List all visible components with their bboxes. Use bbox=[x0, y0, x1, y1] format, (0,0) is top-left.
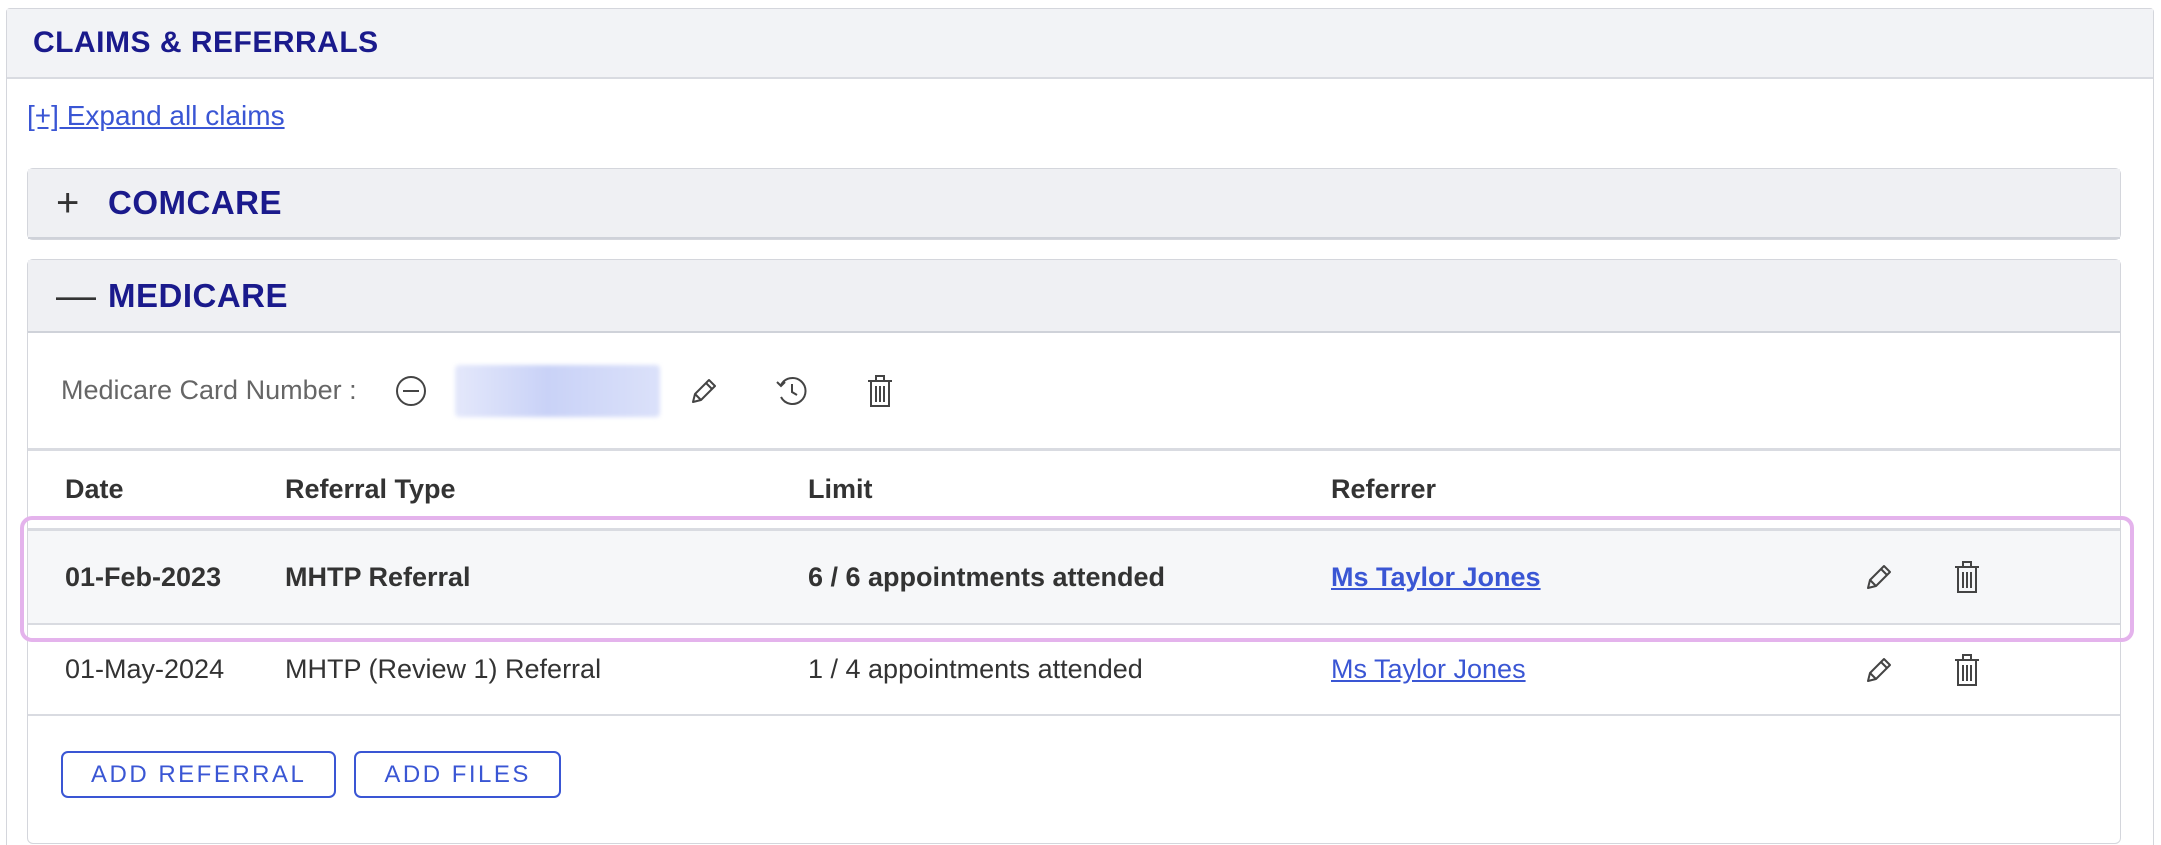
expand-all-claims-link[interactable]: [+] Expand all claims bbox=[27, 100, 285, 132]
table-header: Date Referral Type Limit Referrer bbox=[28, 451, 2120, 531]
row-limit: 6 / 6 appointments attended bbox=[808, 561, 1166, 592]
row-date: 01-Feb-2023 bbox=[65, 561, 222, 592]
trash-icon[interactable] bbox=[1937, 640, 1997, 700]
panel-title: CLAIMS & REFERRALS bbox=[33, 26, 379, 59]
add-referral-button[interactable]: ADD REFERRAL bbox=[61, 751, 337, 798]
referrer-link[interactable]: Ms Taylor Jones bbox=[1331, 654, 1526, 684]
table-row[interactable]: 01-May-2024 MHTP (Review 1) Referral 1 /… bbox=[28, 625, 2120, 716]
medicare-card-row: Medicare Card Number : bbox=[28, 333, 2120, 451]
row-actions bbox=[1849, 547, 1997, 607]
comcare-section: + COMCARE bbox=[27, 168, 2121, 240]
row-limit: 1 / 4 appointments attended bbox=[808, 654, 1143, 684]
medicare-section: — MEDICARE Medicare Card Number : Date R… bbox=[27, 259, 2121, 844]
header-date: Date bbox=[65, 474, 124, 504]
row-date: 01-May-2024 bbox=[65, 654, 225, 684]
comcare-header[interactable]: + COMCARE bbox=[28, 169, 2120, 239]
trash-icon[interactable] bbox=[1937, 547, 1997, 607]
pencil-icon[interactable] bbox=[1849, 640, 1909, 700]
pencil-icon[interactable] bbox=[1849, 547, 1909, 607]
medicare-header[interactable]: — MEDICARE bbox=[28, 260, 2120, 333]
minus-circle-icon[interactable] bbox=[381, 361, 441, 421]
comcare-title[interactable]: COMCARE bbox=[108, 184, 282, 222]
header-limit: Limit bbox=[808, 474, 873, 504]
action-buttons: ADD REFERRAL ADD FILES bbox=[28, 716, 2120, 798]
minus-icon[interactable]: — bbox=[56, 276, 108, 316]
trash-icon[interactable] bbox=[850, 361, 910, 421]
add-files-button[interactable]: ADD FILES bbox=[354, 751, 561, 798]
medicare-title[interactable]: MEDICARE bbox=[108, 277, 288, 315]
header-referrer: Referrer bbox=[1331, 474, 1437, 504]
referrer-link[interactable]: Ms Taylor Jones bbox=[1331, 562, 1541, 592]
medicare-card-number-redacted bbox=[454, 364, 660, 417]
referrals-table: Date Referral Type Limit Referrer 01-Feb… bbox=[28, 451, 2120, 716]
row-actions bbox=[1849, 640, 1997, 700]
row-referral-type: MHTP Referral bbox=[285, 561, 471, 592]
medicare-card-label: Medicare Card Number : bbox=[61, 375, 357, 405]
table-row[interactable]: 01-Feb-2023 MHTP Referral 6 / 6 appointm… bbox=[28, 531, 2120, 625]
panel-header: CLAIMS & REFERRALS bbox=[7, 9, 2153, 79]
header-referral-type: Referral Type bbox=[285, 474, 456, 504]
history-icon[interactable] bbox=[762, 361, 822, 421]
row-referral-type: MHTP (Review 1) Referral bbox=[285, 654, 602, 684]
plus-icon[interactable]: + bbox=[56, 183, 108, 223]
pencil-icon[interactable] bbox=[674, 361, 734, 421]
